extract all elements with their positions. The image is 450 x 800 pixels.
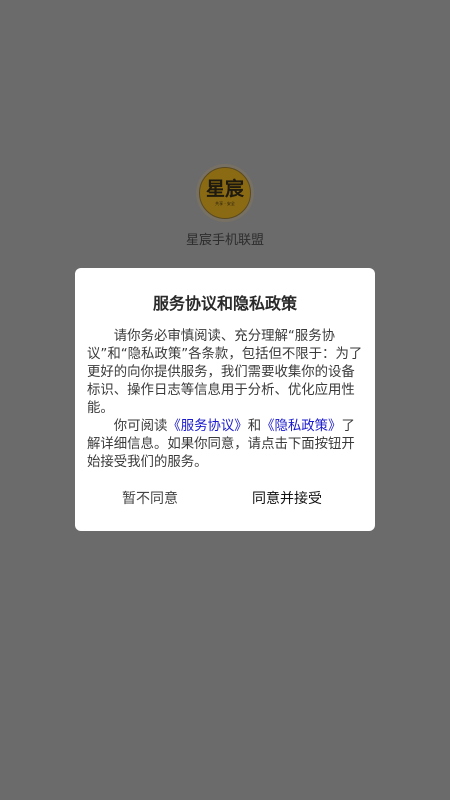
service-agreement-link[interactable]: 《服务协议》: [167, 419, 247, 434]
dialog-body: 请你务必审慎阅读、充分理解“服务协议”和“隐私政策”各条款，包括但不限于：为了更…: [87, 328, 363, 472]
dialog-paragraph-2: 你可阅读《服务协议》和《隐私政策》了解详细信息。如果你同意，请点击下面按钮开始接…: [87, 418, 363, 472]
app-logo-subtext: 共享 · 安全: [215, 201, 235, 206]
privacy-dialog: 服务协议和隐私政策 请你务必审慎阅读、充分理解“服务协议”和“隐私政策”各条款，…: [75, 268, 375, 531]
dialog-title: 服务协议和隐私政策: [152, 294, 297, 313]
dialog-paragraph-1: 请你务必审慎阅读、充分理解“服务协议”和“隐私政策”各条款，包括但不限于：为了更…: [87, 329, 363, 416]
app-name: 星宸手机联盟: [185, 233, 264, 248]
accept-button[interactable]: 同意并接受: [252, 488, 322, 508]
app-logo-badge: 星宸 共享 · 安全: [199, 167, 251, 219]
paragraph-2-prefix: 你可阅读: [113, 419, 168, 434]
reject-button[interactable]: 暂不同意: [122, 488, 178, 508]
paragraph-2-and: 和: [247, 419, 262, 434]
app-logo: 星宸 共享 · 安全: [196, 164, 254, 222]
app-logo-text: 星宸: [205, 178, 244, 200]
privacy-policy-link[interactable]: 《隐私政策》: [261, 419, 341, 434]
